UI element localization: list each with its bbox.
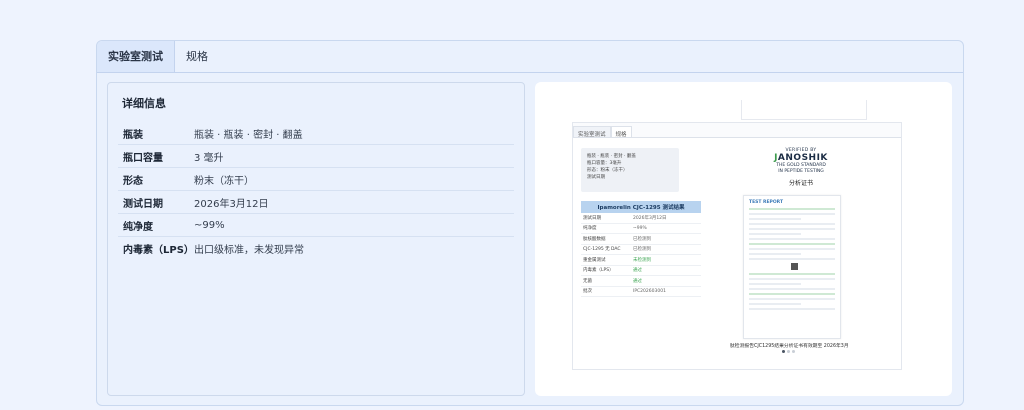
certificate-label: 分析证书	[788, 180, 813, 187]
detail-key: 纯净度	[123, 221, 153, 233]
detail-row: 瓶口容量 3 毫升	[118, 145, 514, 168]
detail-key: 测试日期	[123, 198, 163, 210]
detail-row: 瓶装 瓶装 · 瓶装 · 密封 · 翻盖	[118, 122, 514, 145]
image-caption: 肽检测报告CJC1295结果分析证书有效期至 2026年3月	[730, 344, 849, 349]
detail-value: 出口级标准，未发现异常	[194, 245, 304, 256]
detail-key: 瓶装	[123, 129, 143, 141]
verified-by-logo: VERIFIED BY JANOSHIK THE GOLD STANDARD I…	[757, 148, 845, 187]
image-info-line: 瓶口容量：3毫升	[587, 161, 622, 166]
detail-key: 形态	[123, 175, 143, 187]
results-key: 肽核酸数据	[583, 236, 606, 242]
prev-image-strip	[741, 100, 867, 120]
results-row: 无菌 通过	[581, 276, 701, 287]
image-info-box: 瓶装 · 瓶装 · 密封 · 翻盖 瓶口容量：3毫升 形态：粉末（冻干） 测试日…	[581, 148, 679, 192]
results-value: 未检测到	[633, 257, 651, 263]
results-key: 内毒素（LPS）	[583, 268, 614, 274]
tab-bar: 实验室测试 规格	[97, 41, 963, 73]
detail-value: 瓶装 · 瓶装 · 密封 · 翻盖	[194, 129, 303, 141]
image-results-table: Ipamorelin CJC-1295 测试结果 测试日期 2026年3月12日 …	[581, 201, 701, 297]
results-value: 已检测到	[633, 247, 651, 253]
detail-value: 3 毫升	[194, 152, 224, 164]
report-title: TEST REPORT	[749, 200, 784, 205]
carousel-dot[interactable]	[787, 350, 790, 353]
image-info-line: 瓶装 · 瓶装 · 密封 · 翻盖	[587, 154, 636, 159]
results-row: 纯净度 ~99%	[581, 224, 701, 234]
test-report-document: TEST REPORT	[743, 195, 841, 339]
results-row: 内毒素（LPS） 通过	[581, 266, 701, 276]
qr-code-icon	[791, 263, 798, 270]
detail-row: 测试日期 2026年3月12日	[118, 191, 514, 214]
details-panel: 详细信息 瓶装 瓶装 · 瓶装 · 密封 · 翻盖 瓶口容量 3 毫升 形态 粉末（冻…	[107, 82, 525, 396]
detail-value: 2026年3月12日	[194, 198, 269, 210]
results-key: 测试日期	[583, 215, 601, 221]
results-value: 通过	[633, 278, 642, 284]
results-key: 无菌	[583, 278, 592, 284]
detail-row: 纯净度 ~99%	[118, 214, 514, 237]
detail-key: 内毒素（LPS）	[123, 245, 194, 256]
image-info-line: 测试日期	[587, 175, 605, 180]
image-body: 瓶装 · 瓶装 · 密封 · 翻盖 瓶口容量：3毫升 形态：粉末（冻干） 测试日…	[573, 137, 901, 369]
janoshik-logo: JANOSHIK	[774, 153, 828, 163]
results-value: ~99%	[633, 225, 647, 231]
results-value: IPC202603001	[633, 288, 666, 294]
carousel-dot[interactable]	[782, 350, 785, 353]
tab-lab-test[interactable]: 实验室测试	[97, 41, 175, 72]
results-value: 2026年3月12日	[633, 215, 667, 221]
results-key: 纯净度	[583, 226, 597, 232]
results-key: 批次	[583, 289, 592, 295]
results-key: CJC-1295 无 DAC	[583, 247, 621, 253]
detail-row: 内毒素（LPS） 出口级标准，未发现异常	[118, 237, 514, 260]
product-info-card: 实验室测试 规格 详细信息 瓶装 瓶装 · 瓶装 · 密封 · 翻盖 瓶口容量 3 …	[96, 40, 964, 406]
results-title: Ipamorelin CJC-1295 测试结果	[581, 201, 701, 213]
detail-row: 形态 粉末（冻干）	[118, 168, 514, 191]
image-info-line: 形态：粉末（冻干）	[587, 168, 628, 173]
results-row: CJC-1295 无 DAC 已检测到	[581, 245, 701, 255]
lab-report-image[interactable]: 实验室测试 规格 瓶装 · 瓶装 · 密封 · 翻盖 瓶口容量：3毫升 形态：粉…	[572, 122, 902, 370]
results-row: 测试日期 2026年3月12日	[581, 213, 701, 224]
results-row: 批次 IPC202603001	[581, 287, 701, 297]
carousel-dot[interactable]	[792, 350, 795, 353]
tagline: IN PEPTIDE TESTING	[778, 168, 824, 174]
carousel-dots	[782, 350, 795, 353]
details-title: 详细信息	[122, 97, 166, 110]
results-row: 重金属测试 未检测到	[581, 255, 701, 266]
results-value: 通过	[633, 268, 642, 274]
detail-value: 粉末（冻干）	[194, 175, 254, 187]
results-value: 已检测到	[633, 236, 651, 242]
results-row: 肽核酸数据 已检测到	[581, 234, 701, 245]
detail-key: 瓶口容量	[123, 152, 163, 164]
tab-specs[interactable]: 规格	[175, 41, 219, 72]
results-key: 重金属测试	[583, 257, 606, 263]
image-gallery[interactable]: 实验室测试 规格 瓶装 · 瓶装 · 密封 · 翻盖 瓶口容量：3毫升 形态：粉…	[535, 82, 952, 396]
detail-value: ~99%	[194, 219, 225, 231]
